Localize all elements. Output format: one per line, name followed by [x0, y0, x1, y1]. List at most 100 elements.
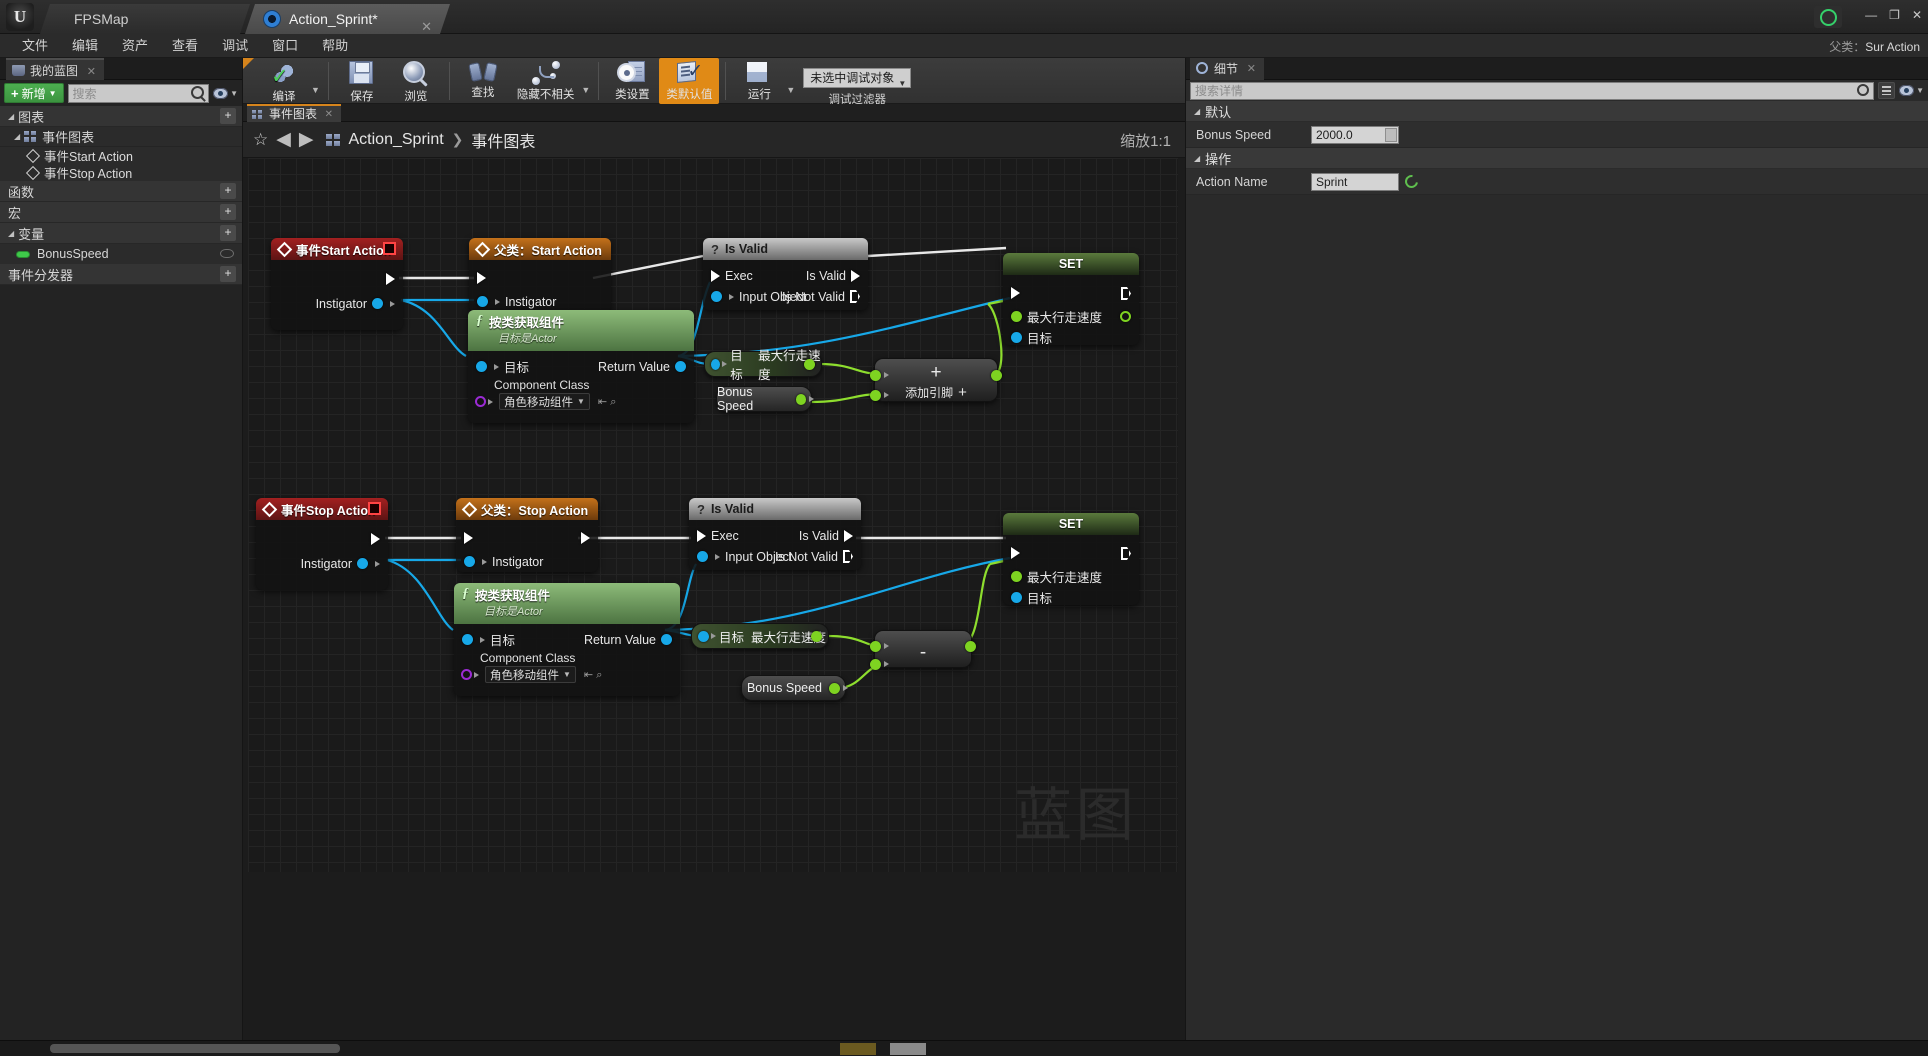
maximize-icon[interactable]: ❐: [1889, 8, 1900, 22]
pin-exec-out[interactable]: [386, 273, 395, 285]
pin-value-out[interactable]: [811, 630, 822, 642]
stepper-icon[interactable]: [1385, 127, 1397, 142]
toolbar-find-button[interactable]: 查找: [456, 58, 510, 104]
pin-return-value-out[interactable]: [675, 361, 686, 372]
tree-item-event-graph[interactable]: ◢ 事件图表: [0, 127, 242, 147]
pin-b-in[interactable]: [870, 659, 881, 670]
compile-dropdown-icon[interactable]: ▼: [311, 85, 320, 95]
minimize-icon[interactable]: —: [1865, 8, 1877, 22]
toolbar-class-defaults-button[interactable]: 类默认值: [659, 58, 720, 104]
toolbar-hide-unrelated-button[interactable]: 隐藏不相关: [510, 58, 582, 104]
tab-event-graph[interactable]: 事件图表 ✕: [247, 104, 342, 123]
pin-is-not-valid-out[interactable]: [843, 550, 853, 563]
breadcrumb-root[interactable]: Action_Sprint: [349, 131, 444, 149]
node-get-component-by-class-1[interactable]: ƒ 按类获取组件 目标是Actor 目标 Return Value Compon…: [468, 310, 694, 423]
pin-b-in[interactable]: [870, 390, 881, 401]
menu-item-asset[interactable]: 资产: [110, 34, 160, 58]
forward-arrow-icon[interactable]: ▶: [299, 128, 314, 151]
pin-result-out[interactable]: [991, 370, 1002, 381]
tab-action-sprint[interactable]: Action_Sprint* ✕: [245, 4, 450, 34]
debug-object-select[interactable]: 未选中调试对象 ▼: [803, 68, 912, 88]
pin-return-value-out[interactable]: [661, 634, 672, 645]
add-macro-button[interactable]: +: [220, 204, 236, 220]
add-dispatcher-button[interactable]: +: [220, 266, 236, 282]
menu-item-help[interactable]: 帮助: [310, 34, 360, 58]
pin-target-in[interactable]: [1011, 592, 1022, 603]
pin-exec-out[interactable]: [1121, 547, 1131, 560]
back-arrow-icon[interactable]: ◀: [276, 128, 291, 151]
pin-input-object-in[interactable]: [697, 551, 708, 562]
component-class-dropdown[interactable]: 角色移动组件 ▼: [499, 393, 590, 410]
add-variable-button[interactable]: +: [220, 225, 236, 241]
pin-instigator-out[interactable]: [357, 558, 368, 569]
pin-instigator-in[interactable]: [464, 556, 475, 567]
node-math-add[interactable]: + 添加引脚 +: [870, 358, 1002, 402]
graph-canvas[interactable]: 事件Start Action Instigator 父类：Start Actio…: [248, 158, 1178, 872]
pin-exec-out[interactable]: [1121, 287, 1131, 300]
menu-item-edit[interactable]: 编辑: [60, 34, 110, 58]
pin-exec-in[interactable]: [697, 529, 706, 542]
node-bonus-speed-1[interactable]: Bonus Speed: [716, 385, 814, 413]
pin-max-walk-speed-in[interactable]: [1011, 311, 1022, 322]
pin-exec-in[interactable]: [477, 272, 486, 284]
tree-section-macros[interactable]: 宏 +: [0, 202, 242, 223]
pin-target-in[interactable]: [698, 630, 709, 642]
hide-unrelated-dropdown-icon[interactable]: ▼: [581, 85, 590, 95]
details-category-default[interactable]: ◢ 默认: [1186, 101, 1928, 122]
details-category-action[interactable]: ◢ 操作: [1186, 148, 1928, 169]
node-is-valid-1[interactable]: ? Is Valid Exec Is Valid Input Object Is…: [703, 238, 868, 310]
action-name-input[interactable]: Sprint: [1311, 172, 1399, 191]
toolbar-compile-button[interactable]: 编译: [257, 58, 311, 104]
node-parent-start-action[interactable]: 父类：Start Action Instigator: [469, 238, 611, 312]
pin-max-walk-speed-out[interactable]: [1120, 311, 1131, 322]
revert-icon[interactable]: [1402, 172, 1421, 191]
pin-is-valid-out[interactable]: [851, 269, 860, 282]
toolbar-browse-button[interactable]: 浏览: [389, 58, 443, 104]
pin-exec-out[interactable]: [371, 533, 380, 545]
pin-value-out[interactable]: [804, 358, 815, 370]
play-dropdown-icon[interactable]: ▼: [786, 85, 795, 95]
add-pin-button[interactable]: +: [958, 384, 967, 401]
pin-exec-in[interactable]: [711, 269, 720, 282]
eye-icon[interactable]: [220, 249, 234, 258]
details-search-input[interactable]: 搜索详情: [1190, 81, 1875, 100]
class-picker-actions[interactable]: ⇤ ⌕: [598, 395, 616, 409]
tree-section-variables[interactable]: ◢ 变量 +: [0, 223, 242, 244]
visibility-toggle[interactable]: ▼: [213, 87, 238, 99]
close-icon[interactable]: ✕: [87, 61, 96, 83]
toolbar-save-button[interactable]: 保存: [335, 58, 389, 104]
pin-is-not-valid-out[interactable]: [850, 290, 860, 303]
pin-target-in[interactable]: [711, 358, 721, 370]
add-function-button[interactable]: +: [220, 183, 236, 199]
node-get-component-by-class-2[interactable]: ƒ 按类获取组件 目标是Actor 目标 Return Value Compon…: [454, 583, 680, 696]
add-new-button[interactable]: + 新增 ▼: [4, 83, 64, 103]
breadcrumb-leaf[interactable]: 事件图表: [471, 128, 535, 152]
toolbar-play-button[interactable]: 运行: [732, 58, 786, 104]
tree-item-event-stop-action[interactable]: 事件Stop Action: [0, 164, 242, 181]
node-parent-stop-action[interactable]: 父类：Stop Action Instigator: [456, 498, 598, 572]
node-bonus-speed-2[interactable]: Bonus Speed: [741, 675, 848, 701]
pin-component-class-in[interactable]: [461, 669, 472, 680]
favorite-star-icon[interactable]: ☆: [253, 130, 268, 150]
pin-instigator-in[interactable]: [477, 296, 488, 307]
pin-input-object-in[interactable]: [711, 291, 722, 302]
close-icon[interactable]: ✕: [325, 106, 333, 123]
pin-exec-in[interactable]: [1011, 287, 1020, 299]
pin-target-in[interactable]: [462, 634, 473, 645]
pin-target-in[interactable]: [476, 361, 487, 372]
tab-my-blueprint[interactable]: 我的蓝图 ✕: [6, 58, 105, 83]
window-close-icon[interactable]: ✕: [1912, 8, 1922, 22]
unreal-logo-icon[interactable]: U: [6, 3, 34, 31]
pin-a-in[interactable]: [870, 370, 881, 381]
menu-item-view[interactable]: 查看: [160, 34, 210, 58]
pin-max-walk-speed-in[interactable]: [1011, 571, 1022, 582]
node-set-max-walk-speed-1[interactable]: SET 最大行走速度 目标: [1003, 253, 1139, 346]
pin-result-out[interactable]: [965, 641, 976, 652]
horizontal-scrollbar[interactable]: [50, 1044, 340, 1053]
class-picker-actions[interactable]: ⇤ ⌕: [584, 668, 602, 682]
tab-details[interactable]: 细节 ✕: [1190, 58, 1265, 80]
tree-section-event-dispatchers[interactable]: 事件分发器 +: [0, 264, 242, 285]
node-event-stop-action[interactable]: 事件Stop Action Instigator: [256, 498, 388, 590]
node-get-max-walk-speed-2[interactable]: 目标 最大行走速度: [691, 623, 829, 649]
node-is-valid-2[interactable]: ? Is Valid Exec Is Valid Input Object Is…: [689, 498, 861, 570]
